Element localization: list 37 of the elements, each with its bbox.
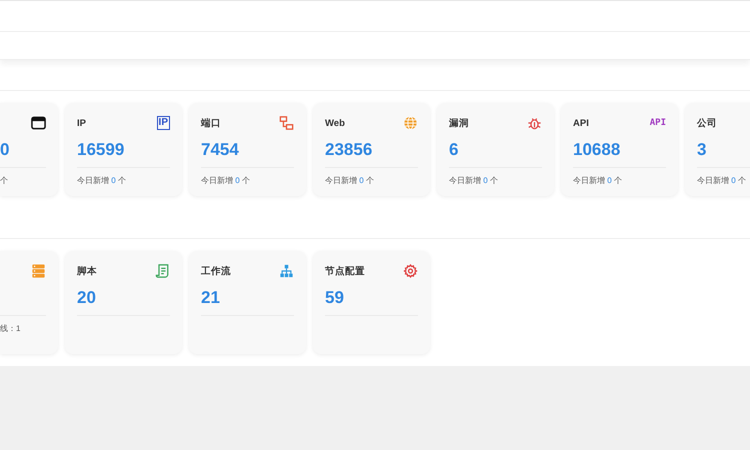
window-icon	[31, 116, 46, 130]
api-icon: API	[650, 116, 666, 130]
card-label: 脚本	[77, 264, 97, 278]
stat-value: 20	[77, 288, 97, 308]
bug-icon	[527, 116, 542, 130]
gear-icon	[403, 264, 418, 278]
stat-value: 10688	[573, 140, 622, 160]
card-label: Web	[325, 118, 345, 128]
stat-value: 0	[0, 140, 10, 160]
network-icon	[279, 116, 294, 130]
scroll-icon	[155, 264, 170, 278]
stat-value: 21	[201, 288, 221, 308]
card-label: 工作流	[201, 264, 231, 278]
card-label: 节点配置	[325, 264, 365, 278]
card-label: IP	[77, 118, 86, 128]
stat-value: 3	[697, 140, 708, 160]
today-new-count: 今日新增 0 个	[449, 175, 499, 186]
today-new-count: 今日新增 0 个	[201, 175, 251, 186]
card-label: 漏洞	[449, 116, 469, 130]
ip-icon: IP	[156, 116, 170, 130]
stat-value: 59	[325, 288, 345, 308]
today-new-count: 今日新增 0 个	[697, 175, 747, 186]
today-new-count: 今日新增 0 个	[77, 175, 127, 186]
today-new-count: 个	[0, 175, 9, 186]
stat-value: 7454	[201, 140, 240, 160]
stat-value: 16599	[77, 140, 126, 160]
today-new-count: 今日新增 0 个	[573, 175, 623, 186]
server-icon	[31, 264, 46, 278]
online-count: 线：1	[0, 323, 22, 334]
card-label: 公司	[697, 116, 717, 130]
stat-value: 23856	[325, 140, 374, 160]
stat-value: 6	[449, 140, 460, 160]
today-new-count: 今日新增 0 个	[325, 175, 375, 186]
globe-icon	[403, 116, 418, 130]
card-label: 端口	[201, 116, 221, 130]
sitemap-icon	[279, 264, 294, 278]
card-label: API	[573, 118, 589, 128]
